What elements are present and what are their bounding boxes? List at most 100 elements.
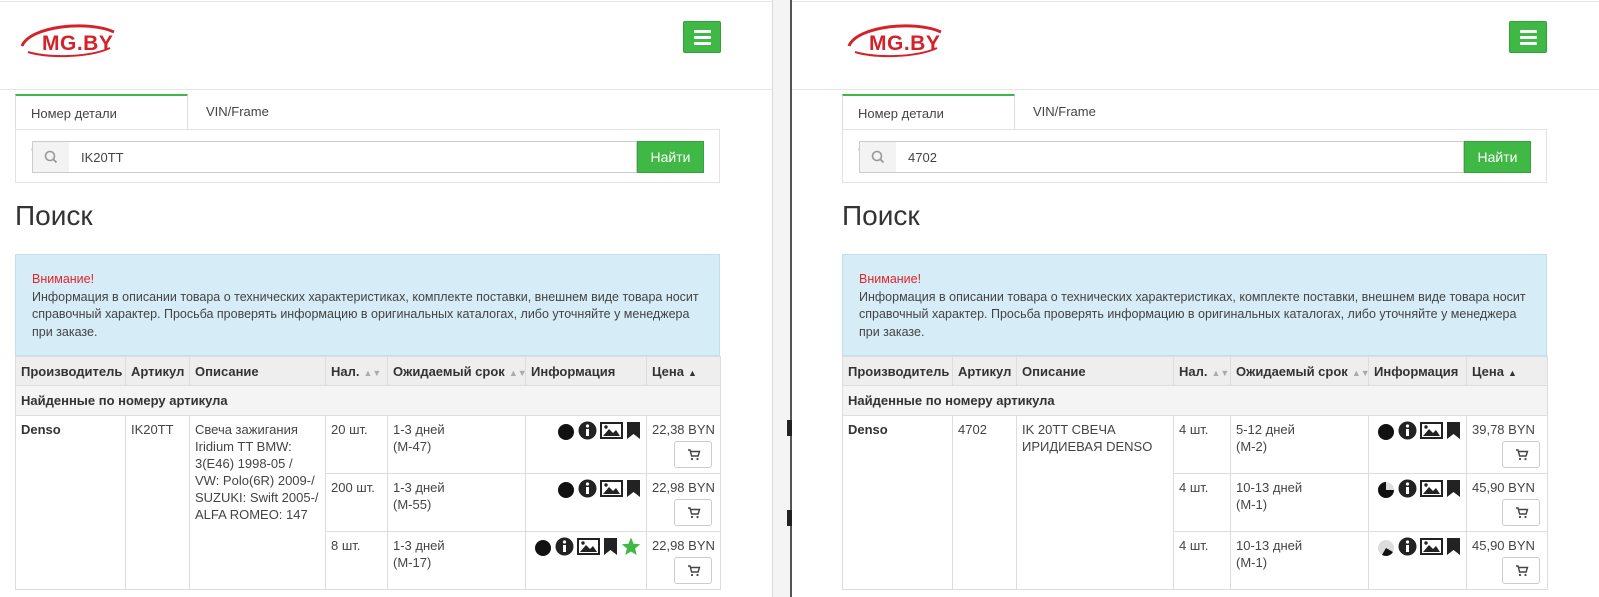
info-icon[interactable] bbox=[1398, 421, 1417, 440]
find-button[interactable]: Найти bbox=[637, 141, 704, 173]
term-days: 1-3 дней bbox=[393, 538, 445, 553]
star-icon[interactable] bbox=[621, 537, 641, 556]
info-icon[interactable] bbox=[578, 479, 597, 498]
cell-price: 39,78 BYN bbox=[1466, 415, 1548, 474]
cell-info bbox=[1368, 531, 1467, 590]
tab-vin-frame[interactable]: VIN/Frame bbox=[1018, 94, 1111, 130]
group-row: Найденные по номеру артикула bbox=[842, 385, 1548, 416]
stock-level-icon[interactable] bbox=[557, 480, 575, 498]
col-term-label: Ожидаемый срок bbox=[393, 363, 505, 379]
cell-term: 10-13 дней (М-1) bbox=[1230, 473, 1369, 532]
col-info: Информация bbox=[1368, 356, 1467, 386]
term-code: (М-55) bbox=[393, 497, 432, 512]
bookmark-icon[interactable] bbox=[1446, 479, 1461, 498]
sort-icon[interactable]: ▲▼ bbox=[1352, 368, 1370, 378]
info-icon[interactable] bbox=[555, 537, 574, 556]
term-days: 1-3 дней bbox=[393, 422, 445, 437]
stock-level-icon[interactable] bbox=[1377, 538, 1395, 556]
stock-level-icon[interactable] bbox=[534, 538, 552, 556]
cell-description: IK 20TT СВЕЧА ИРИДИЕВАЯ DENSO bbox=[1016, 415, 1174, 590]
search-input[interactable] bbox=[69, 141, 637, 173]
search-input[interactable] bbox=[896, 141, 1464, 173]
photo-icon[interactable] bbox=[1420, 421, 1443, 440]
tab-vin-frame[interactable]: VIN/Frame bbox=[191, 94, 284, 130]
bookmark-icon[interactable] bbox=[1446, 421, 1461, 440]
cell-term: 1-3 дней (М-55) bbox=[387, 473, 526, 532]
info-icon[interactable] bbox=[1398, 537, 1417, 556]
col-description: Описание bbox=[1016, 356, 1174, 386]
info-icons bbox=[1374, 479, 1461, 498]
find-button[interactable]: Найти bbox=[1464, 141, 1531, 173]
add-to-cart-button[interactable] bbox=[674, 441, 712, 468]
bookmark-icon[interactable] bbox=[626, 421, 641, 440]
tab-part-number[interactable]: Номер детали (артикул) bbox=[842, 94, 1015, 156]
stock-level-icon[interactable] bbox=[1377, 480, 1395, 498]
photo-icon[interactable] bbox=[577, 537, 600, 556]
sort-icon[interactable]: ▲▼ bbox=[509, 368, 527, 378]
col-price-label: Цена bbox=[652, 363, 684, 379]
info-icon[interactable] bbox=[1398, 479, 1417, 498]
add-to-cart-button[interactable] bbox=[1502, 499, 1540, 526]
cell-info bbox=[525, 473, 647, 532]
cell-qty: 4 шт. bbox=[1173, 473, 1231, 532]
col-maker: Производитель bbox=[842, 356, 953, 386]
col-term-label: Ожидаемый срок bbox=[1236, 363, 1348, 379]
info-icons bbox=[531, 421, 641, 440]
col-price[interactable]: Цена ▲ bbox=[1466, 356, 1548, 386]
sort-icon[interactable]: ▲▼ bbox=[364, 368, 382, 378]
cart-icon bbox=[688, 507, 701, 519]
cell-article: 4702 bbox=[952, 415, 1017, 590]
cell-info bbox=[1368, 415, 1467, 474]
photo-icon[interactable] bbox=[600, 479, 623, 498]
info-icon[interactable] bbox=[578, 421, 597, 440]
cart-icon bbox=[688, 565, 701, 577]
col-stock-label: Нал. bbox=[331, 363, 360, 379]
add-to-cart-button[interactable] bbox=[674, 557, 712, 584]
site-logo[interactable]: MG.BY bbox=[845, 18, 945, 62]
stock-level-icon[interactable] bbox=[557, 422, 575, 440]
cell-info bbox=[1368, 473, 1467, 532]
stock-level-icon[interactable] bbox=[1377, 422, 1395, 440]
term-days: 1-3 дней bbox=[393, 480, 445, 495]
add-to-cart-button[interactable] bbox=[674, 499, 712, 526]
price-value: 22,98 BYN bbox=[652, 480, 715, 495]
sort-icon[interactable]: ▲▼ bbox=[1212, 368, 1230, 378]
col-stock[interactable]: Нал. ▲▼ bbox=[1173, 356, 1231, 386]
photo-icon[interactable] bbox=[1420, 537, 1443, 556]
col-price[interactable]: Цена ▲ bbox=[646, 356, 721, 386]
add-to-cart-button[interactable] bbox=[1502, 557, 1540, 584]
term-days: 10-13 дней bbox=[1236, 538, 1303, 553]
cell-price: 45,90 BYN bbox=[1466, 531, 1548, 590]
cell-price: 45,90 BYN bbox=[1466, 473, 1548, 532]
tab-part-number[interactable]: Номер детали (артикул) bbox=[15, 94, 188, 156]
col-stock[interactable]: Нал. ▲▼ bbox=[325, 356, 388, 386]
menu-button[interactable] bbox=[1509, 21, 1547, 53]
bookmark-icon[interactable] bbox=[603, 537, 618, 556]
photo-icon[interactable] bbox=[600, 421, 623, 440]
bookmark-icon[interactable] bbox=[626, 479, 641, 498]
sort-asc-icon[interactable]: ▲ bbox=[1508, 368, 1517, 378]
notice-alert: Внимание! Информация в описании товара о… bbox=[842, 254, 1547, 356]
menu-button[interactable] bbox=[683, 21, 721, 53]
table-row: Denso 4702 IK 20TT СВЕЧА ИРИДИЕВАЯ DENSO… bbox=[842, 415, 1548, 590]
photo-icon[interactable] bbox=[1420, 479, 1443, 498]
term-code: (М-47) bbox=[393, 439, 432, 454]
term-code: (М-17) bbox=[393, 555, 432, 570]
sort-asc-icon[interactable]: ▲ bbox=[688, 368, 697, 378]
term-code: (М-2) bbox=[1236, 439, 1268, 454]
add-to-cart-button[interactable] bbox=[1502, 441, 1540, 468]
group-label: Найденные по номеру артикула bbox=[842, 385, 1548, 416]
col-term[interactable]: Ожидаемый срок ▲▼ bbox=[1230, 356, 1370, 386]
table-header-row: Производитель Артикул Описание Нал. ▲▼ Ож… bbox=[842, 356, 1548, 386]
price-value: 45,90 BYN bbox=[1472, 538, 1535, 553]
cell-info bbox=[525, 531, 647, 590]
window-divider[interactable] bbox=[772, 0, 793, 597]
left-pane: MG.BY Номер детали (артикул) VIN/Frame Н… bbox=[0, 0, 772, 597]
site-logo[interactable]: MG.BY bbox=[18, 18, 118, 62]
notice-text: Информация в описании товара о техническ… bbox=[859, 289, 1526, 339]
cell-description: Свеча зажигания Iridium TT BMW: 3(E46) 1… bbox=[189, 415, 326, 590]
bookmark-icon[interactable] bbox=[1446, 537, 1461, 556]
results-table: Производитель Артикул Описание Нал. ▲▼ Ож… bbox=[842, 356, 1548, 590]
col-term[interactable]: Ожидаемый срок ▲▼ bbox=[387, 356, 527, 386]
table-row: Denso IK20TT Свеча зажигания Iridium TT … bbox=[15, 415, 721, 590]
